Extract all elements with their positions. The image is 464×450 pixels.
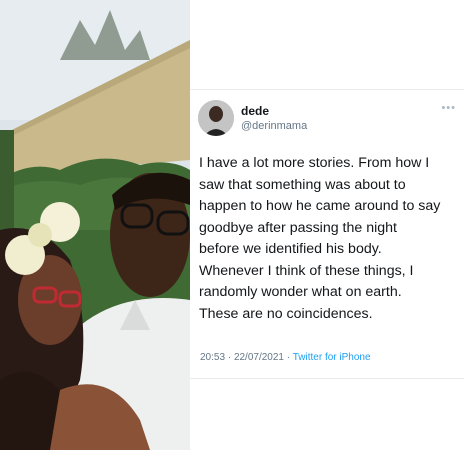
more-dots-icon[interactable]: ••• [441,102,456,114]
tweet-text: I have a lot more stories. From how I sa… [199,153,461,325]
couple-photo [0,0,190,450]
tweet-text-line: goodbye after passing the night [199,219,397,236]
tweet-text-line: happen to how he came around to say [199,198,441,214]
tweet-time[interactable]: 20:53 [200,352,225,363]
tweet-text-line: These are no coincidences. [199,305,373,322]
tweet-source-link[interactable]: Twitter for iPhone [293,352,371,363]
tweet-text-line: I have a lot more stories. From how I [199,155,430,171]
meta-separator: · [227,352,232,363]
user-handle[interactable]: @derinmama [241,120,307,132]
top-divider [190,89,464,90]
display-name[interactable]: dede [241,104,269,118]
tweet-meta: 20:53 · 22/07/2021 · Twitter for iPhone [200,352,371,363]
avatar[interactable] [198,100,234,136]
tweet-card[interactable]: dede @derinmama ••• I have a lot more st… [190,0,464,450]
tweet-text-line: Whenever I think of these things, I [199,262,414,279]
tweet-text-line: before we identified his body. [199,241,382,257]
tweet-text-line: randomly wonder what on earth. [199,284,402,300]
meta-separator: · [286,352,291,363]
tweet-date[interactable]: 22/07/2021 [234,352,284,363]
tweet-text-line: saw that something was about to [199,176,406,193]
bottom-divider [190,378,464,379]
